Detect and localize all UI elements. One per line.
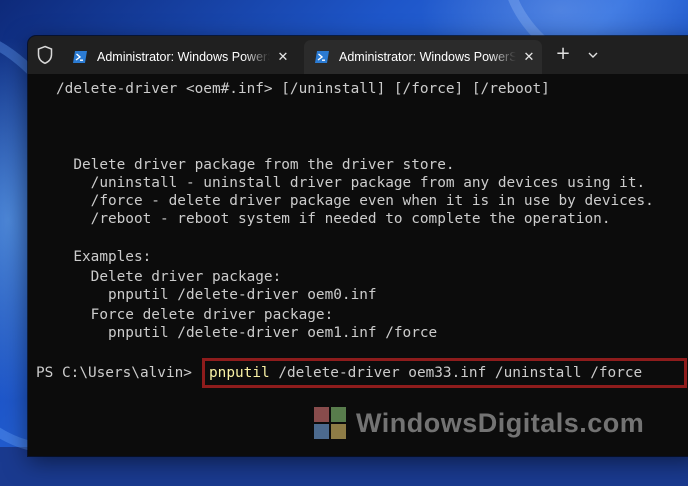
console-output[interactable]: /delete-driver <oem#.inf> [/uninstall] [… bbox=[28, 74, 688, 456]
watermark-text: WindowsDigitals.com bbox=[356, 407, 645, 438]
command-input[interactable]: pnputil /delete-driver oem33.inf /uninst… bbox=[209, 364, 642, 382]
tab-powershell-1[interactable]: Administrator: Windows PowerShell ✕ bbox=[62, 40, 296, 74]
console-line: pnputil /delete-driver oem0.inf bbox=[56, 287, 377, 303]
console-line: /uninstall - uninstall driver package fr… bbox=[56, 175, 646, 191]
terminal-window: Administrator: Windows PowerShell ✕ Admi… bbox=[28, 36, 688, 456]
tab-title: Administrator: Windows PowerShell bbox=[97, 50, 270, 64]
console-line: /force - delete driver package even when… bbox=[56, 193, 654, 209]
shell-prompt: PS C:\Users\alvin> bbox=[36, 365, 192, 381]
console-line: Delete driver package: bbox=[56, 269, 282, 285]
command-name: pnputil bbox=[209, 365, 270, 381]
tab-title: Administrator: Windows PowerShell bbox=[339, 50, 516, 64]
close-tab-icon[interactable]: ✕ bbox=[516, 49, 542, 65]
windows-logo-icon bbox=[314, 407, 346, 439]
console-line: pnputil /delete-driver oem1.inf /force bbox=[56, 325, 438, 341]
console-line: Force delete driver package: bbox=[56, 307, 334, 323]
powershell-icon bbox=[73, 51, 87, 63]
command-arguments: /delete-driver oem33.inf /uninstall /for… bbox=[269, 365, 643, 381]
admin-shield-icon bbox=[37, 45, 53, 65]
watermark: WindowsDigitals.com bbox=[312, 405, 644, 441]
tab-bar: Administrator: Windows PowerShell ✕ Admi… bbox=[28, 36, 688, 74]
console-line: /delete-driver <oem#.inf> [/uninstall] [… bbox=[56, 81, 550, 97]
console-line: /reboot - reboot system if needed to com… bbox=[56, 211, 611, 227]
console-line: Delete driver package from the driver st… bbox=[56, 157, 455, 173]
console-line: Examples: bbox=[56, 249, 152, 265]
close-tab-icon[interactable]: ✕ bbox=[270, 49, 296, 65]
new-tab-plus-icon[interactable]: + bbox=[552, 44, 574, 66]
powershell-icon bbox=[315, 51, 329, 63]
chevron-down-icon[interactable] bbox=[583, 44, 603, 66]
tab-powershell-2[interactable]: Administrator: Windows PowerShell ✕ bbox=[304, 40, 542, 74]
